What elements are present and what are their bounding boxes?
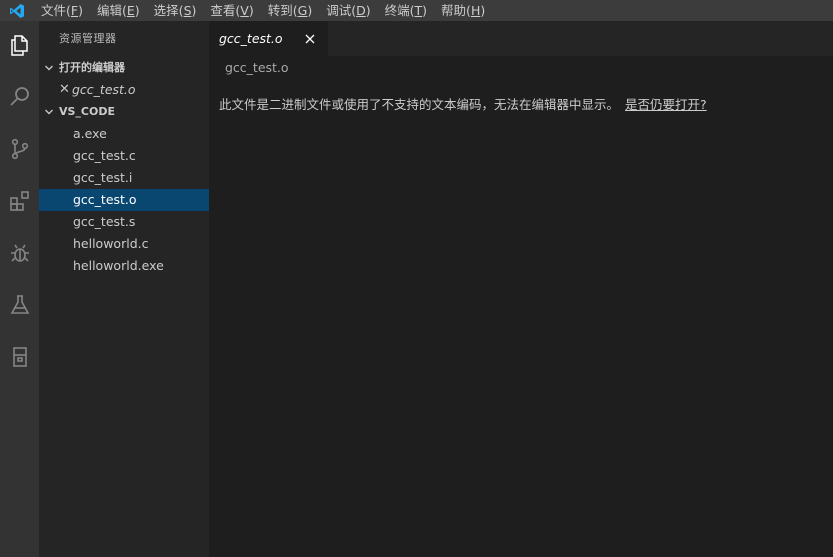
file-item-helloworld-c[interactable]: helloworld.c (39, 233, 209, 255)
chevron-down-icon (39, 63, 59, 73)
open-editors-label: 打开的编辑器 (59, 61, 125, 74)
open-editors-header[interactable]: 打开的编辑器 (39, 57, 209, 79)
tab-label: gcc_test.o (219, 31, 283, 46)
menu-file[interactable]: 文件(F) (34, 0, 90, 21)
close-icon[interactable] (298, 27, 322, 51)
open-editor-name: gcc_test.o (72, 82, 136, 97)
breadcrumb[interactable]: gcc_test.o (225, 58, 289, 78)
file-item-gcc-test-i[interactable]: gcc_test.i (39, 167, 209, 189)
folder-header[interactable]: VS_CODE (39, 101, 209, 123)
menu-edit[interactable]: 编辑(E) (90, 0, 147, 21)
sidebar-title: 资源管理器 (59, 32, 117, 45)
chevron-down-icon (39, 107, 59, 117)
vscode-logo-icon (0, 0, 34, 21)
folder-label: VS_CODE (59, 105, 116, 118)
debug-icon[interactable] (0, 233, 39, 273)
menu-bar: 文件(F) 编辑(E) 选择(S) 查看(V) 转到(G) 调试(D) 终端(T… (0, 0, 833, 21)
open-editor-item[interactable]: ✕ gcc_test.o (39, 79, 209, 101)
activity-bar (0, 21, 39, 557)
file-item-a-exe[interactable]: a.exe (39, 123, 209, 145)
file-item-gcc-test-s[interactable]: gcc_test.s (39, 211, 209, 233)
tab-gcc-test-o[interactable]: gcc_test.o (209, 21, 328, 56)
explorer-icon[interactable] (0, 25, 39, 65)
menu-view[interactable]: 查看(V) (203, 0, 260, 21)
file-item-gcc-test-c[interactable]: gcc_test.c (39, 145, 209, 167)
binary-warning-text: 此文件是二进制文件或使用了不支持的文本编码，无法在编辑器中显示。 (219, 97, 620, 112)
extensions-icon[interactable] (0, 181, 39, 221)
remote-explorer-icon[interactable] (0, 337, 39, 377)
menu-terminal[interactable]: 终端(T) (378, 0, 434, 21)
search-icon[interactable] (0, 77, 39, 117)
explorer-sidebar: 资源管理器 打开的编辑器 ✕ gcc_test.o VS_CODE a.exe … (39, 21, 209, 557)
editor-tab-bar: gcc_test.o (209, 21, 833, 56)
menu-debug[interactable]: 调试(D) (319, 0, 377, 21)
menu-go[interactable]: 转到(G) (261, 0, 319, 21)
binary-file-message: 此文件是二进制文件或使用了不支持的文本编码，无法在编辑器中显示。 是否仍要打开? (219, 95, 707, 115)
menu-selection[interactable]: 选择(S) (147, 0, 204, 21)
menu-help[interactable]: 帮助(H) (434, 0, 492, 21)
test-flask-icon[interactable] (0, 285, 39, 325)
menu-items: 文件(F) 编辑(E) 选择(S) 查看(V) 转到(G) 调试(D) 终端(T… (34, 0, 492, 21)
file-item-gcc-test-o[interactable]: gcc_test.o (39, 189, 209, 211)
file-item-helloworld-exe[interactable]: helloworld.exe (39, 255, 209, 277)
source-control-icon[interactable] (0, 129, 39, 169)
close-icon[interactable]: ✕ (59, 79, 72, 101)
open-anyway-link[interactable]: 是否仍要打开? (625, 97, 707, 112)
